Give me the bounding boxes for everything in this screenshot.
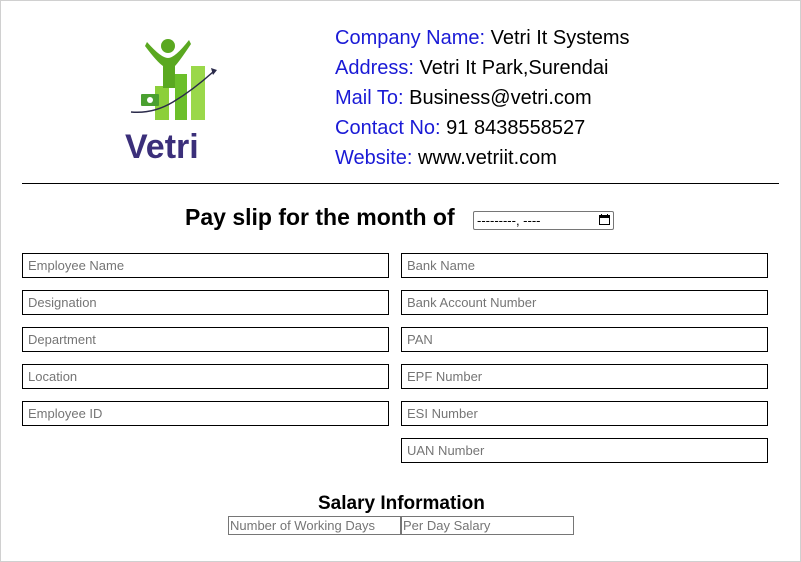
contact-label: Contact No: — [335, 117, 441, 139]
website-value: www.vetriit.com — [418, 147, 557, 169]
mail-label: Mail To: — [335, 87, 404, 109]
mail-row: Mail To: Business@vetri.com — [335, 83, 630, 113]
designation-input[interactable] — [22, 290, 389, 315]
pan-input[interactable] — [401, 327, 768, 352]
epf-number-input[interactable] — [401, 364, 768, 389]
per-day-salary-input[interactable] — [401, 516, 574, 535]
company-info: Company Name: Vetri It Systems Address: … — [335, 23, 630, 173]
employee-name-input[interactable] — [22, 253, 389, 278]
company-name-value: Vetri It Systems — [490, 27, 630, 49]
month-picker[interactable]: ---------, ---- — [473, 211, 614, 230]
salary-information-heading: Salary Information — [318, 493, 485, 514]
contact-value: 91 8438558527 — [446, 117, 586, 139]
website-label: Website: — [335, 147, 413, 169]
address-label: Address: — [335, 57, 414, 79]
working-days-input[interactable] — [228, 516, 401, 535]
uan-number-input[interactable] — [401, 438, 768, 463]
esi-number-input[interactable] — [401, 401, 768, 426]
company-name-label: Company Name: — [335, 27, 486, 49]
company-logo: Vetri — [123, 36, 227, 166]
header-divider — [22, 183, 779, 184]
employee-id-input[interactable] — [22, 401, 389, 426]
logo-text: Vetri — [125, 128, 199, 162]
address-value: Vetri It Park,Surendai — [419, 57, 609, 79]
website-row: Website: www.vetriit.com — [335, 143, 630, 173]
contact-row: Contact No: 91 8438558527 — [335, 113, 630, 143]
location-input[interactable] — [22, 364, 389, 389]
company-name-row: Company Name: Vetri It Systems — [335, 23, 630, 53]
calendar-icon[interactable] — [599, 214, 610, 225]
department-input[interactable] — [22, 327, 389, 352]
bank-account-number-input[interactable] — [401, 290, 768, 315]
mail-value: Business@vetri.com — [409, 87, 592, 109]
address-row: Address: Vetri It Park,Surendai — [335, 53, 630, 83]
bank-name-input[interactable] — [401, 253, 768, 278]
payslip-title: Pay slip for the month of — [185, 204, 455, 230]
month-picker-value: ---------, ---- — [477, 213, 541, 228]
